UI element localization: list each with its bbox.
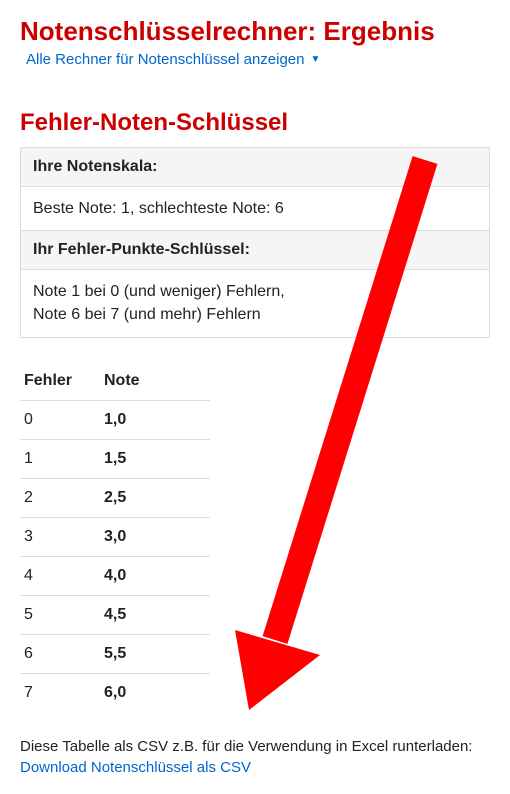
cell-note: 5,5 xyxy=(100,634,210,673)
table-row: 54,5 xyxy=(20,595,210,634)
table-row: 22,5 xyxy=(20,478,210,517)
download-csv-link[interactable]: Download Notenschlüssel als CSV xyxy=(20,757,251,778)
col-header-note: Note xyxy=(100,366,210,401)
col-header-fehler: Fehler xyxy=(20,366,100,401)
scale-heading: Ihre Notenskala: xyxy=(21,148,489,187)
table-row: 44,0 xyxy=(20,556,210,595)
table-row: 01,0 xyxy=(20,400,210,439)
key-body-line2: Note 6 bei 7 (und mehr) Fehlern xyxy=(33,306,261,323)
cell-fehler: 4 xyxy=(20,556,100,595)
table-row: 76,0 xyxy=(20,673,210,712)
cell-fehler: 0 xyxy=(20,400,100,439)
all-calculators-label: Alle Rechner für Notenschlüssel anzeigen xyxy=(26,51,305,68)
cell-fehler: 6 xyxy=(20,634,100,673)
cell-note: 6,0 xyxy=(100,673,210,712)
cell-fehler: 1 xyxy=(20,439,100,478)
cell-note: 3,0 xyxy=(100,517,210,556)
cell-fehler: 5 xyxy=(20,595,100,634)
cell-note: 1,0 xyxy=(100,400,210,439)
page-title: Notenschlüsselrechner: Ergebnis xyxy=(20,16,490,47)
info-panel: Ihre Notenskala: Beste Note: 1, schlecht… xyxy=(20,147,490,338)
caret-down-icon: ▼ xyxy=(311,54,321,65)
cell-note: 4,0 xyxy=(100,556,210,595)
key-body-line1: Note 1 bei 0 (und weniger) Fehlern, xyxy=(33,283,285,300)
scale-body: Beste Note: 1, schlechteste Note: 6 xyxy=(21,187,489,230)
key-heading: Ihr Fehler-Punkte-Schlüssel: xyxy=(21,230,489,270)
cell-note: 1,5 xyxy=(100,439,210,478)
table-row: 11,5 xyxy=(20,439,210,478)
download-intro: Diese Tabelle als CSV z.B. für die Verwe… xyxy=(20,738,472,755)
cell-fehler: 2 xyxy=(20,478,100,517)
all-calculators-link[interactable]: Alle Rechner für Notenschlüssel anzeigen… xyxy=(26,51,320,68)
cell-fehler: 3 xyxy=(20,517,100,556)
section-title: Fehler-Noten-Schlüssel xyxy=(20,109,490,137)
table-row: 65,5 xyxy=(20,634,210,673)
grades-table: Fehler Note 01,011,522,533,044,054,565,5… xyxy=(20,366,210,712)
key-body: Note 1 bei 0 (und weniger) Fehlern, Note… xyxy=(21,270,489,336)
cell-note: 4,5 xyxy=(100,595,210,634)
cell-note: 2,5 xyxy=(100,478,210,517)
cell-fehler: 7 xyxy=(20,673,100,712)
table-row: 33,0 xyxy=(20,517,210,556)
